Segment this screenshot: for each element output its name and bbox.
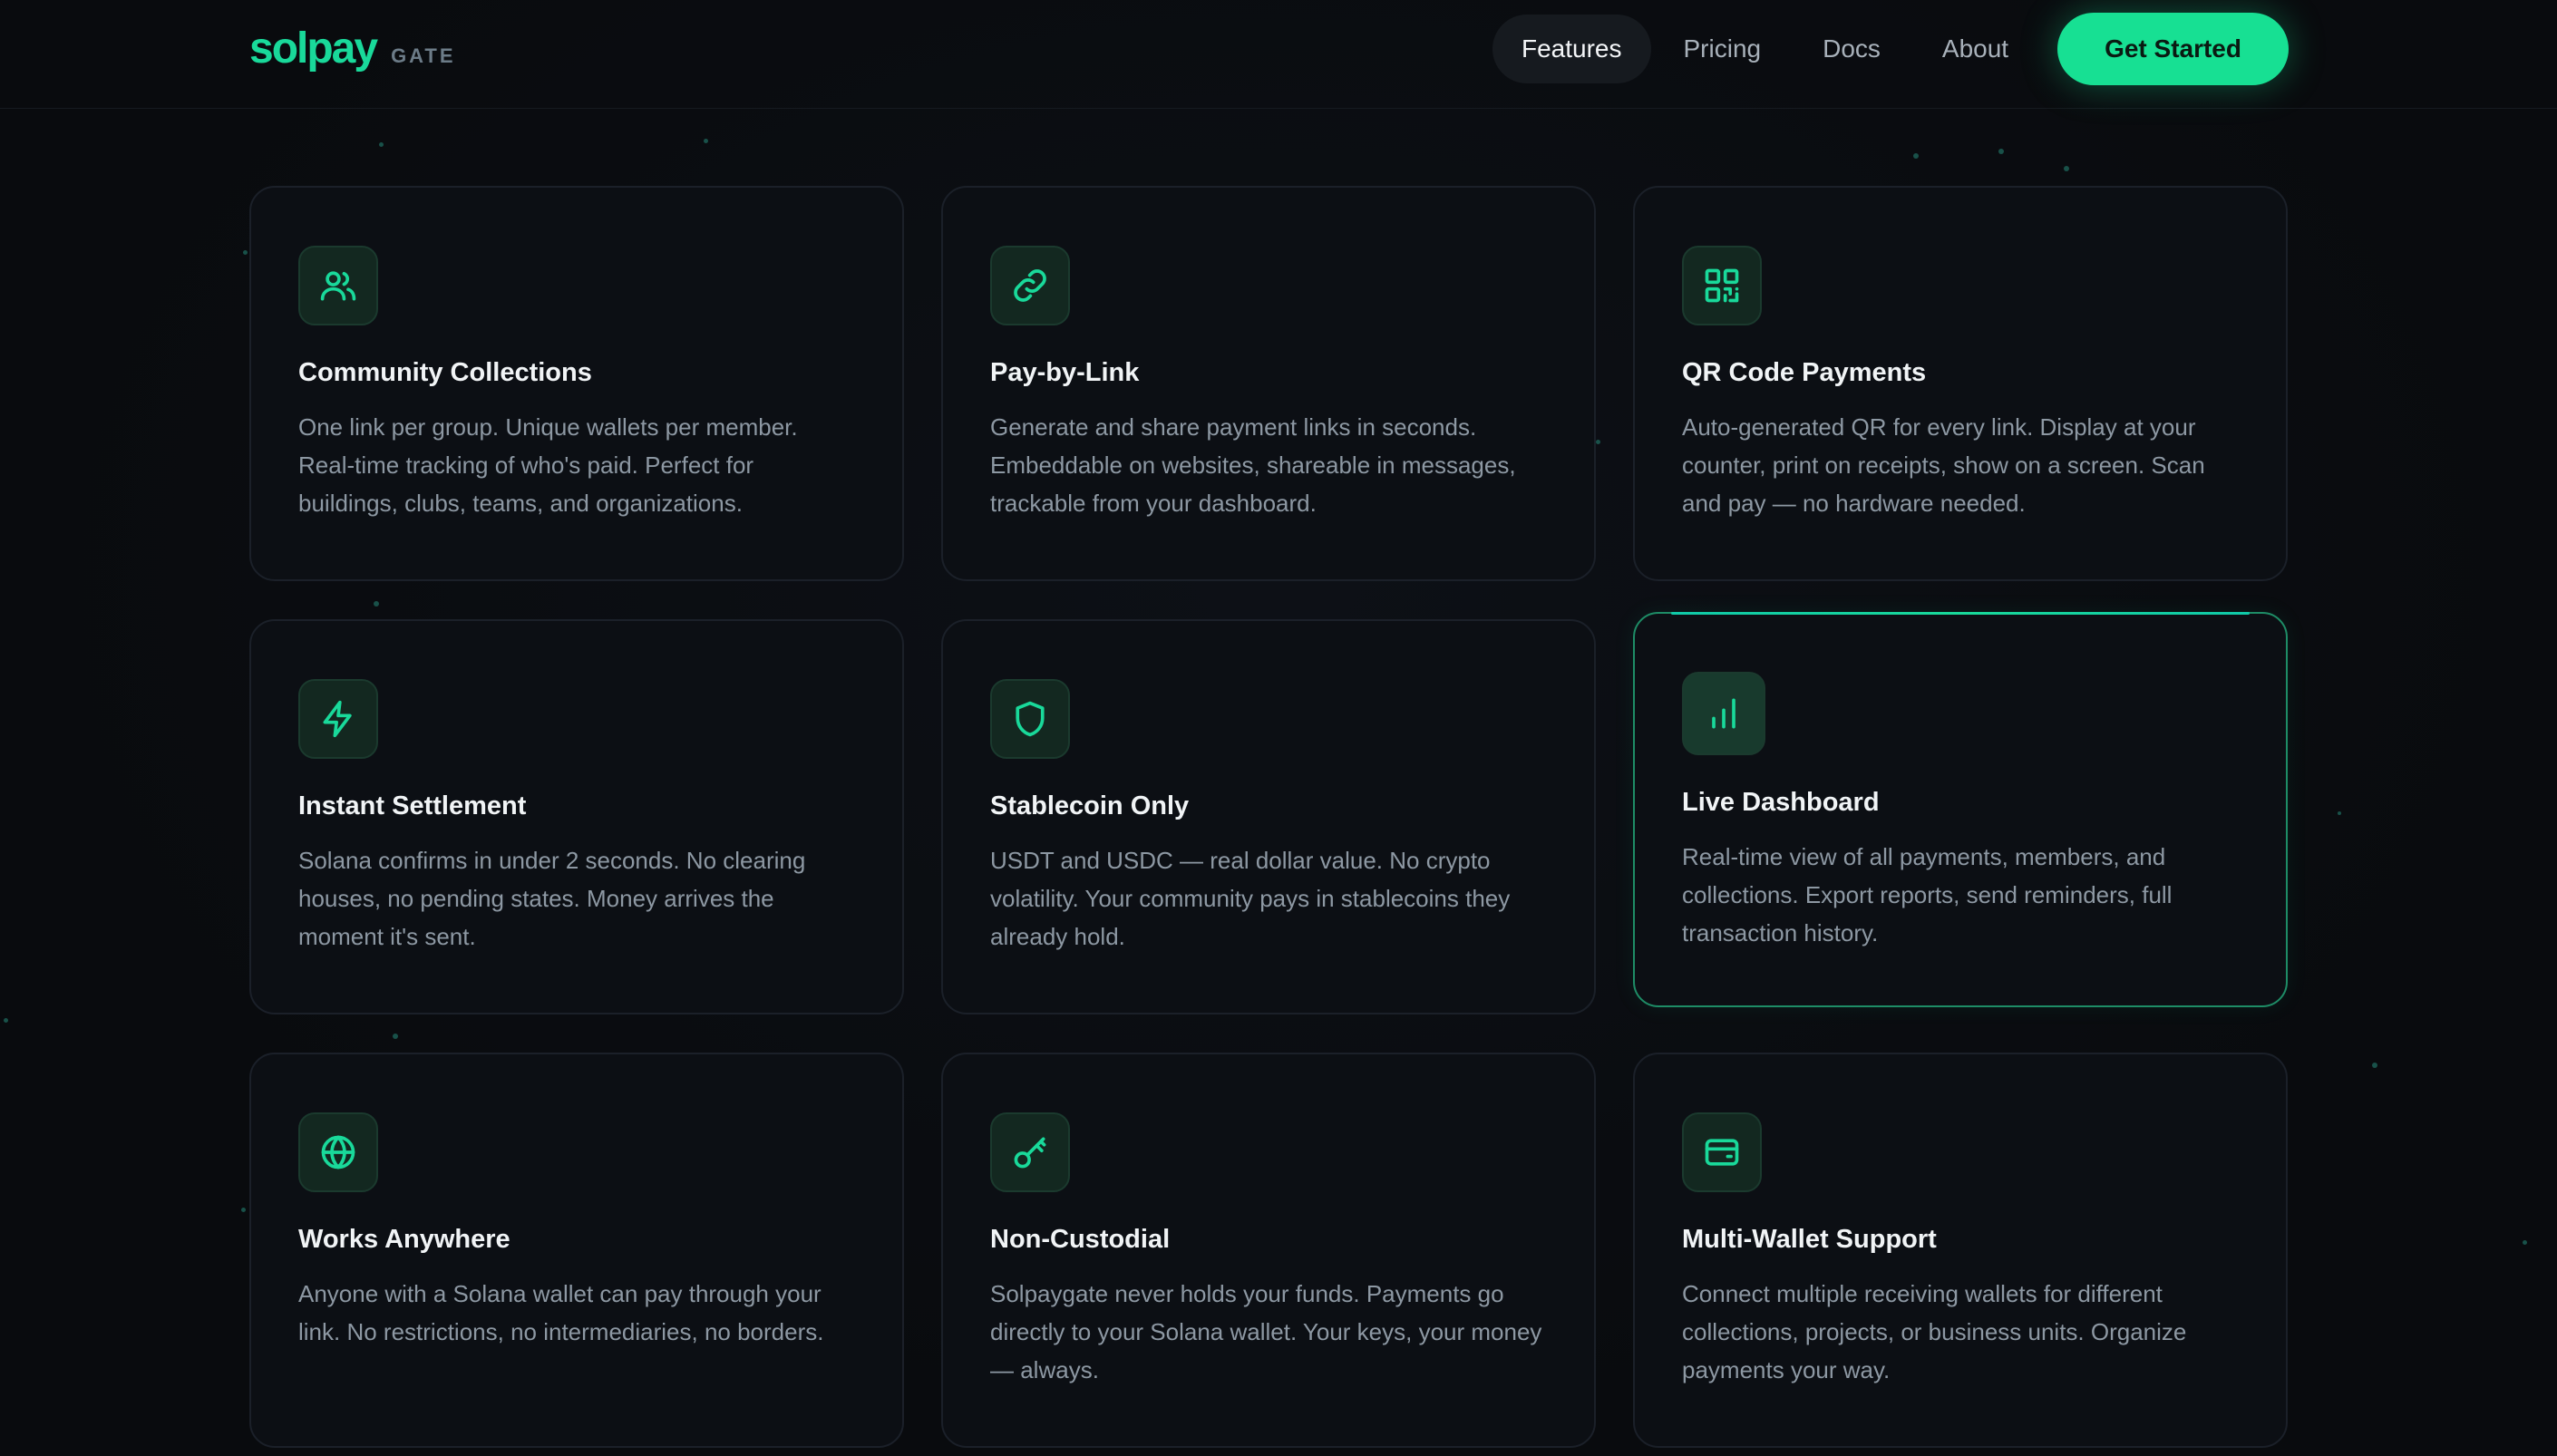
bar-chart-icon [1682, 672, 1765, 755]
feature-card-multi-wallet-support: Multi-Wallet Support Connect multiple re… [1633, 1053, 2288, 1448]
lightning-icon [298, 679, 378, 759]
top-navigation-bar: solpay GATE Features Pricing Docs About … [0, 0, 2557, 109]
nav-item-docs[interactable]: Docs [1794, 15, 1910, 83]
qr-code-icon [1682, 246, 1762, 325]
feature-description: Solpaygate never holds your funds. Payme… [990, 1280, 1542, 1383]
background-dot [379, 142, 384, 147]
feature-title: Multi-Wallet Support [1682, 1225, 1937, 1254]
feature-description: One link per group. Unique wallets per m… [298, 413, 798, 517]
background-dot [704, 139, 708, 143]
main-nav: Features Pricing Docs About Get Started [1489, 13, 2289, 85]
key-icon [990, 1112, 1070, 1192]
nav-item-about[interactable]: About [1913, 15, 2037, 83]
wallet-icon [1682, 1112, 1762, 1192]
background-dot [241, 1208, 246, 1212]
feature-description: Generate and share payment links in seco… [990, 413, 1516, 517]
background-dot [2064, 166, 2069, 171]
link-icon [990, 246, 1070, 325]
feature-card-works-anywhere: Works Anywhere Anyone with a Solana wall… [249, 1053, 904, 1448]
background-dot [2372, 1063, 2377, 1068]
background-dot [243, 250, 248, 255]
feature-card-qr-code-payments: QR Code Payments Auto-generated QR for e… [1633, 186, 2288, 581]
feature-description: Auto-generated QR for every link. Displa… [1682, 413, 2205, 517]
feature-card-live-dashboard: Live Dashboard Real-time view of all pay… [1633, 612, 2288, 1007]
feature-title: QR Code Payments [1682, 358, 1927, 387]
nav-item-pricing[interactable]: Pricing [1655, 15, 1791, 83]
nav-item-features[interactable]: Features [1492, 15, 1651, 83]
background-dot [2338, 811, 2341, 815]
background-dot [4, 1018, 8, 1023]
feature-title: Stablecoin Only [990, 791, 1190, 820]
features-grid: Community Collections One link per group… [249, 186, 2288, 1448]
feature-title: Instant Settlement [298, 791, 527, 820]
feature-title: Works Anywhere [298, 1225, 510, 1254]
feature-description: USDT and USDC — real dollar value. No cr… [990, 847, 1511, 950]
page: solpay GATE Features Pricing Docs About … [0, 0, 2557, 1456]
background-dot [2523, 1240, 2527, 1245]
logo[interactable]: solpay GATE [249, 24, 456, 73]
feature-title: Community Collections [298, 358, 592, 387]
get-started-button[interactable]: Get Started [2057, 13, 2289, 85]
feature-description: Anyone with a Solana wallet can pay thro… [298, 1280, 824, 1345]
feature-description: Real-time view of all payments, members,… [1682, 843, 2173, 946]
logo-wordmark: solpay [249, 24, 378, 73]
feature-title: Live Dashboard [1682, 788, 1880, 817]
feature-card-non-custodial: Non-Custodial Solpaygate never holds you… [941, 1053, 1596, 1448]
feature-card-community-collections: Community Collections One link per group… [249, 186, 904, 581]
feature-title: Non-Custodial [990, 1225, 1171, 1254]
shield-icon [990, 679, 1070, 759]
feature-card-pay-by-link: Pay-by-Link Generate and share payment l… [941, 186, 1596, 581]
feature-card-stablecoin-only: Stablecoin Only USDT and USDC — real dol… [941, 619, 1596, 1014]
feature-title: Pay-by-Link [990, 358, 1140, 387]
logo-subtitle: GATE [391, 44, 456, 67]
feature-card-instant-settlement: Instant Settlement Solana confirms in un… [249, 619, 904, 1014]
users-icon [298, 246, 378, 325]
feature-description: Connect multiple receiving wallets for d… [1682, 1280, 2187, 1383]
background-dot [1913, 153, 1919, 159]
background-dot [1998, 149, 2004, 154]
feature-description: Solana confirms in under 2 seconds. No c… [298, 847, 806, 950]
globe-icon [298, 1112, 378, 1192]
